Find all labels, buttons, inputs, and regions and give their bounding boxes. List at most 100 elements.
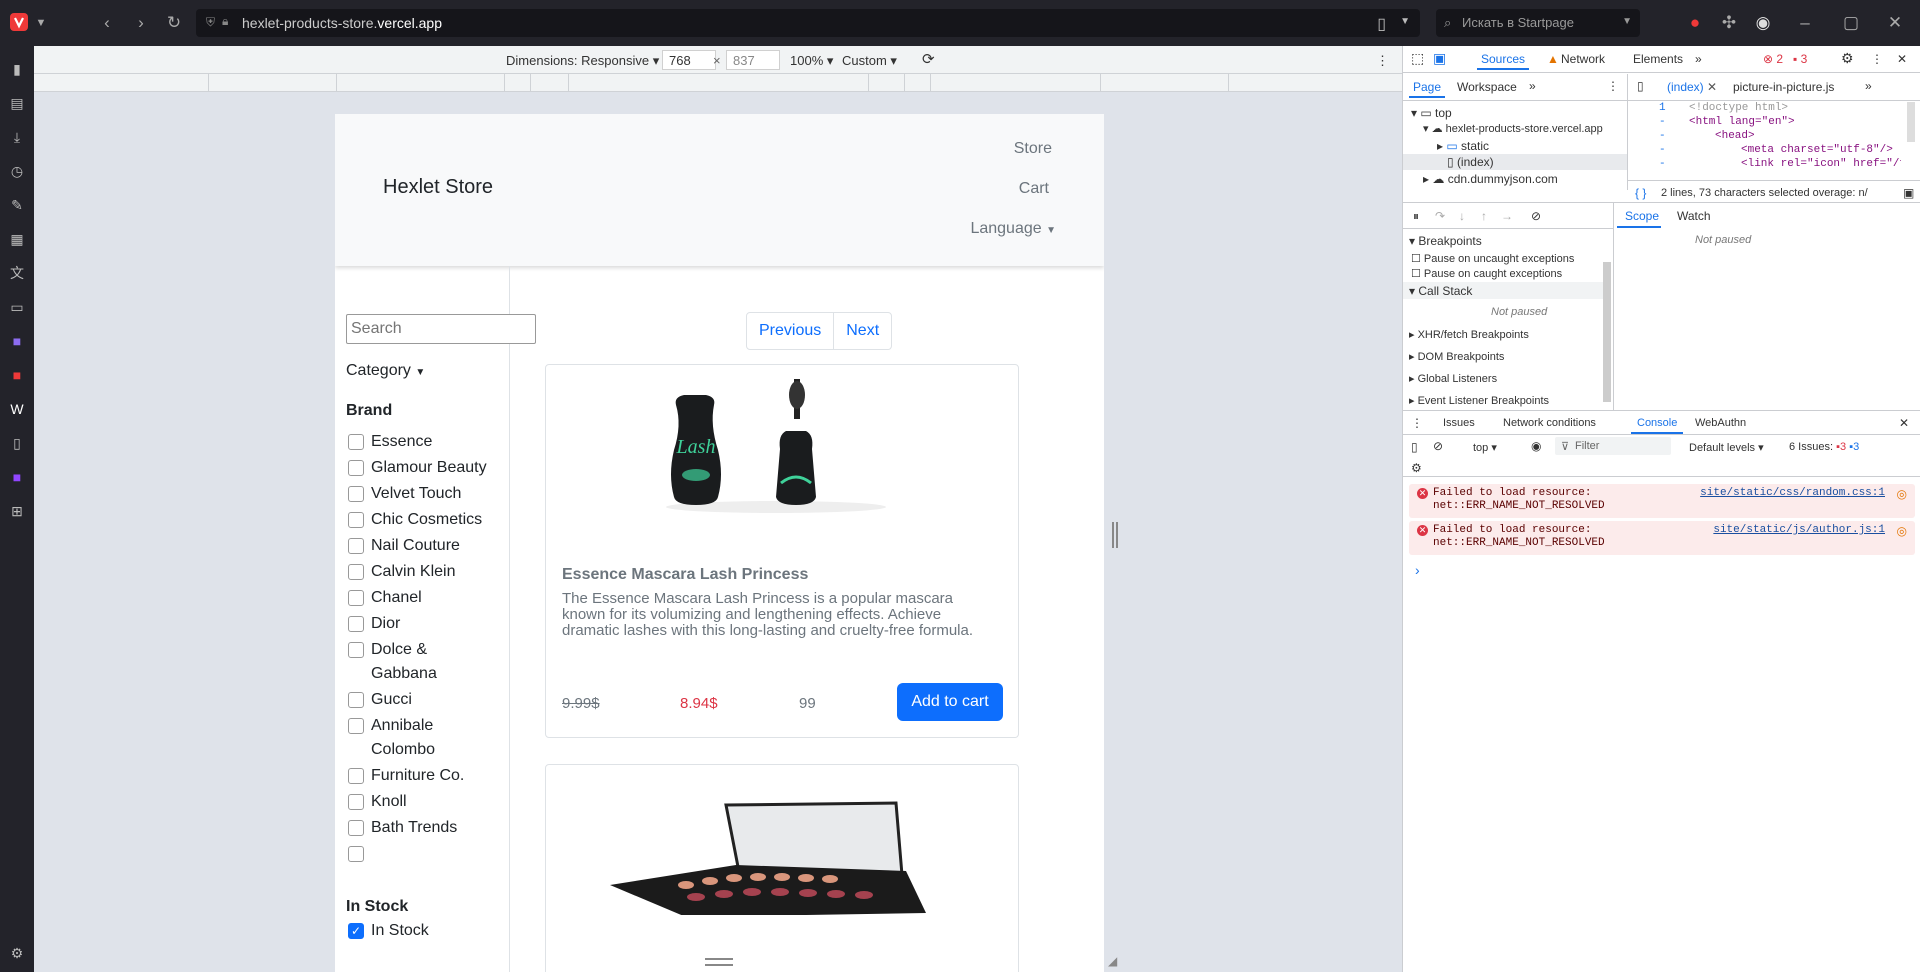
twitch-icon[interactable]: ■	[6, 466, 28, 488]
tab-elements[interactable]: Elements	[1633, 52, 1683, 66]
file-tab-index[interactable]: (index) ✕	[1667, 80, 1717, 94]
console-error-message[interactable]: ✕ Failed to load resource: net::ERR_NAME_…	[1409, 484, 1915, 518]
puzzle-icon[interactable]: ✣	[1718, 12, 1740, 34]
bookmarks-panel-icon[interactable]: ▮	[6, 58, 28, 80]
add-panel-icon[interactable]: ⊞	[6, 500, 28, 522]
brand-label[interactable]: Chanel	[371, 586, 501, 610]
coverage-icon[interactable]: ▣	[1903, 186, 1914, 200]
breakpoints-header[interactable]: ▾ Breakpoints	[1409, 234, 1482, 248]
code-scrollbar[interactable]	[1907, 102, 1915, 142]
drawer-menu-icon[interactable]: ⋮	[1411, 416, 1423, 430]
step-out-icon[interactable]: ↑	[1481, 209, 1487, 223]
url-dropdown-icon[interactable]: ▼	[1400, 16, 1410, 27]
clear-console-icon[interactable]: ⊘	[1433, 439, 1443, 453]
dimensions-dropdown[interactable]: Dimensions: Responsive ▾	[506, 53, 659, 69]
network-request-icon[interactable]: ◎	[1897, 524, 1907, 538]
add-to-cart-button[interactable]: Add to cart	[897, 683, 1003, 721]
site-brand[interactable]: Hexlet Store	[383, 176, 493, 199]
pause-icon[interactable]: ⏸	[1413, 209, 1419, 224]
tab-workspace[interactable]: Workspace	[1457, 80, 1517, 94]
step-icon[interactable]: →	[1501, 209, 1513, 223]
viewport-resize-handle[interactable]	[1112, 522, 1118, 548]
calendar-icon[interactable]: ▦	[6, 228, 28, 250]
address-bar[interactable]: ⛨ 🔒︎ hexlet-products-store.vercel.app ▯ …	[196, 9, 1420, 37]
brand-label[interactable]: Essence	[371, 430, 501, 454]
sidebar-toggle-icon[interactable]: ▯	[1411, 440, 1418, 454]
brand-label[interactable]: Glamour Beauty	[371, 456, 501, 480]
code-line[interactable]: <html lang="en">	[1689, 116, 1795, 128]
brand-label[interactable]: Nail Couture	[371, 534, 501, 558]
brand-checkbox[interactable]	[348, 768, 364, 784]
code-line[interactable]: <head>	[1715, 130, 1755, 142]
tree-top[interactable]: ▾ ▭ top	[1411, 106, 1452, 120]
global-listeners-header[interactable]: ▸ Global Listeners	[1409, 372, 1497, 385]
product-title[interactable]: Essence Mascara Lash Princess	[562, 566, 808, 584]
inspect-element-icon[interactable]: ⬚	[1411, 50, 1424, 67]
brand-label[interactable]: Gucci	[371, 688, 501, 712]
extension-icon[interactable]: ●	[1684, 12, 1706, 34]
tab-page[interactable]: Page	[1413, 80, 1441, 94]
menu-chevron-icon[interactable]: ▼	[30, 12, 52, 34]
tree-origin[interactable]: ▾ ☁ hexlet-products-store.vercel.app	[1423, 122, 1603, 135]
tree-folder-static[interactable]: ▸ ▭ static	[1437, 139, 1489, 153]
drawer-tab-issues[interactable]: Issues	[1443, 417, 1475, 429]
wikipedia-icon[interactable]: W	[6, 398, 28, 420]
device-toggle-icon[interactable]: ▣	[1433, 50, 1446, 67]
corner-resize-icon[interactable]: ◢	[1108, 954, 1117, 968]
more-file-tabs-icon[interactable]: »	[1865, 79, 1872, 93]
network-request-icon[interactable]: ◎	[1897, 487, 1907, 501]
brand-label[interactable]: Bath Trends	[371, 816, 501, 840]
close-file-icon[interactable]: ✕	[1707, 80, 1717, 94]
close-window-icon[interactable]: ✕	[1884, 12, 1906, 34]
brand-label[interactable]: Velvet Touch	[371, 482, 501, 506]
brand-checkbox[interactable]	[348, 590, 364, 606]
warn-count-badge[interactable]: ▪ 3	[1793, 52, 1807, 66]
brand-checkbox[interactable]	[348, 512, 364, 528]
brand-checkbox[interactable]	[348, 538, 364, 554]
minimize-icon[interactable]: –	[1794, 12, 1816, 34]
issues-counter[interactable]: 6 Issues: ▪3 ▪3	[1789, 441, 1859, 453]
brand-checkbox[interactable]	[348, 718, 364, 734]
brand-checkbox[interactable]	[348, 642, 364, 658]
more-options-icon[interactable]: ⋮	[1376, 53, 1389, 69]
toggle-navigator-icon[interactable]: ▯	[1637, 79, 1644, 93]
close-devtools-icon[interactable]: ✕	[1897, 52, 1907, 66]
step-into-icon[interactable]: ↓	[1459, 209, 1465, 223]
brand-checkbox[interactable]	[348, 460, 364, 476]
settings-gear-icon[interactable]: ⚙	[6, 942, 28, 964]
maximize-icon[interactable]: ▢	[1840, 12, 1862, 34]
next-page-button[interactable]: Next	[834, 313, 891, 349]
error-count-badge[interactable]: ⊗ 2	[1763, 52, 1783, 66]
file-tab-pip[interactable]: picture-in-picture.js	[1733, 80, 1834, 94]
reload-icon[interactable]: ↻	[163, 12, 185, 34]
brand-checkbox[interactable]	[348, 616, 364, 632]
history-icon[interactable]: ◷	[6, 160, 28, 182]
event-listener-breakpoints-header[interactable]: ▸ Event Listener Breakpoints	[1409, 394, 1549, 407]
dom-breakpoints-header[interactable]: ▸ DOM Breakpoints	[1409, 350, 1504, 363]
brand-label[interactable]: Dior	[371, 612, 501, 636]
nav-language-dropdown[interactable]: Language ▼	[970, 220, 1056, 238]
console-filter-input[interactable]: ⊽ Filter	[1555, 437, 1671, 455]
console-error-message[interactable]: ✕ Failed to load resource: net::ERR_NAME_…	[1409, 521, 1915, 555]
error-source-link[interactable]: site/static/js/author.js:1	[1713, 524, 1885, 536]
console-prompt[interactable]: ›	[1415, 562, 1420, 578]
code-line[interactable]: <link rel="icon" href="/f	[1741, 158, 1901, 170]
nav-cart-link[interactable]: Cart	[1019, 180, 1049, 198]
width-input[interactable]: 768	[662, 50, 716, 70]
in-stock-checkbox[interactable]: ✓	[348, 923, 364, 939]
context-selector[interactable]: top ▾	[1473, 441, 1497, 454]
previous-page-button[interactable]: Previous	[747, 313, 835, 349]
vivaldi-icon[interactable]: ■	[6, 364, 28, 386]
reading-list-icon[interactable]: ▤	[6, 92, 28, 114]
translate-icon[interactable]: 文	[6, 262, 28, 284]
in-stock-label[interactable]: In Stock	[371, 919, 501, 943]
pause-uncaught-option[interactable]: ☐ Pause on uncaught exceptions	[1411, 252, 1574, 265]
tree-origin-cdn[interactable]: ▸ ☁ cdn.dummyjson.com	[1423, 172, 1558, 186]
rotate-icon[interactable]: ⟳	[922, 50, 935, 68]
brand-checkbox[interactable]	[348, 434, 364, 450]
shield-icon[interactable]: ⛨	[206, 15, 215, 30]
back-icon[interactable]: ‹	[96, 12, 118, 34]
media-query-ruler[interactable]	[34, 74, 1402, 92]
bookmark-icon[interactable]: ▯	[1377, 14, 1386, 34]
search-input[interactable]	[346, 314, 536, 344]
